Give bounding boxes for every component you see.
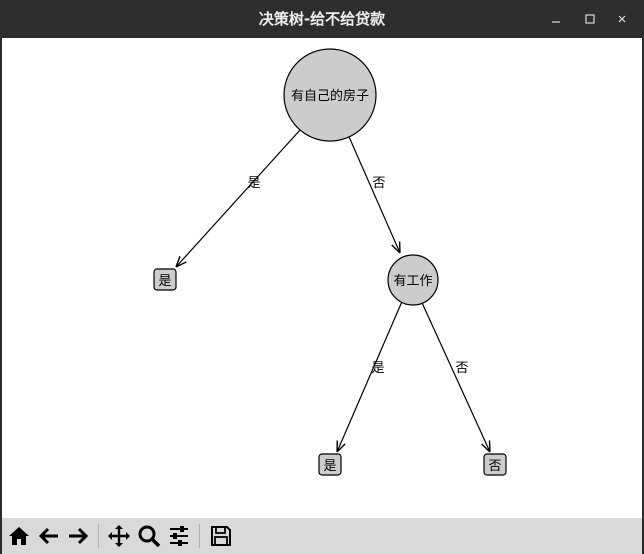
configure-subplots-icon	[170, 526, 188, 546]
zoom-button[interactable]	[135, 522, 163, 550]
configure-subplots-button[interactable]	[165, 522, 193, 550]
forward-icon	[69, 527, 89, 545]
minimize-icon	[552, 21, 560, 23]
decision-tree-plot: 有自己的房子 是 否 是 有工作 是 否 是 否	[153, 48, 507, 476]
edge-label-work-no: 否	[455, 361, 468, 376]
home-button[interactable]	[5, 522, 33, 550]
maximize-icon	[585, 14, 595, 24]
leaf-work-yes-label: 是	[323, 459, 336, 474]
back-button[interactable]	[35, 522, 63, 550]
maximize-button[interactable]	[580, 9, 600, 29]
title-bar: 决策树-给不给贷款	[0, 0, 644, 38]
save-icon	[211, 526, 231, 546]
pan-icon	[108, 525, 130, 547]
edge-label-work-yes: 是	[371, 361, 384, 376]
home-icon	[9, 527, 29, 545]
figure-canvas[interactable]: 有自己的房子 是 否 是 有工作 是 否 是 否	[2, 38, 642, 518]
work-node-label: 有工作	[393, 274, 432, 289]
save-button[interactable]	[207, 522, 235, 550]
close-button[interactable]	[612, 9, 632, 29]
root-node-label: 有自己的房子	[291, 88, 369, 104]
navigation-toolbar	[2, 518, 642, 554]
edge-label-root-no: 否	[372, 176, 385, 191]
leaf-left-label: 是	[158, 274, 171, 289]
back-icon	[38, 527, 58, 545]
close-icon	[618, 15, 626, 23]
leaf-work-no-label: 否	[488, 459, 501, 474]
zoom-icon	[138, 525, 161, 548]
forward-button[interactable]	[64, 522, 92, 550]
minimize-button[interactable]	[546, 9, 566, 29]
pan-button[interactable]	[105, 522, 133, 550]
edge-work-right	[412, 282, 490, 452]
edge-label-root-yes: 是	[247, 176, 260, 191]
